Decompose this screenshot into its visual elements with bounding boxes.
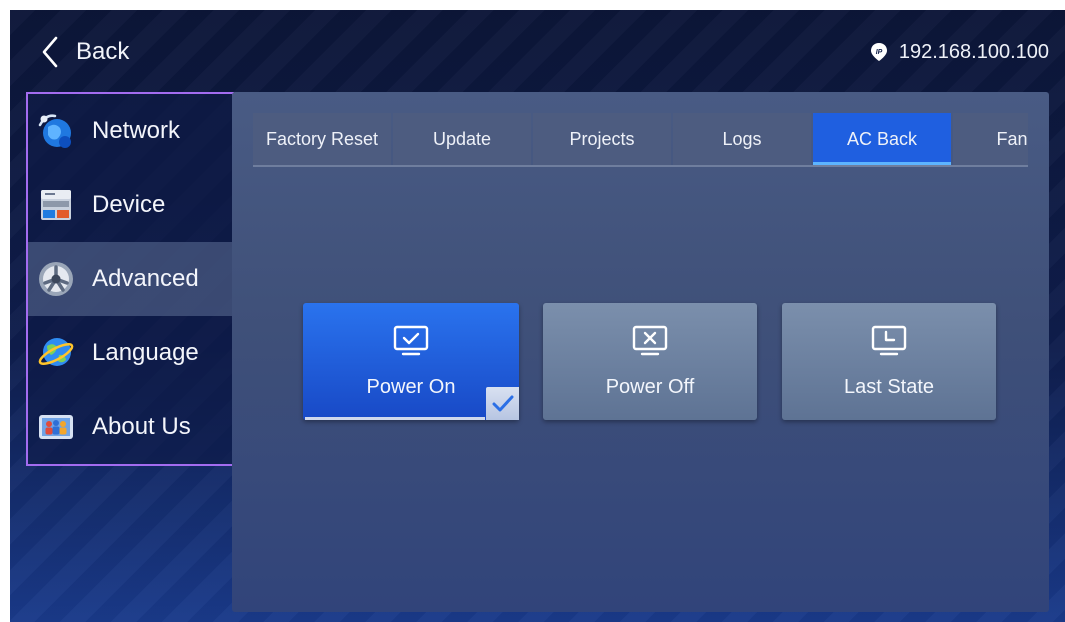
sidebar-item-network[interactable]: Network (28, 94, 232, 168)
tab-projects[interactable]: Projects (533, 113, 671, 165)
sidebar-item-label: Language (92, 339, 199, 366)
last-state-option[interactable]: Last State (782, 303, 996, 420)
selected-underline (305, 417, 485, 420)
monitor-x-icon (632, 325, 668, 356)
sidebar-item-label: Network (92, 117, 181, 144)
gear-icon (39, 262, 73, 296)
checkmark-icon (492, 395, 514, 412)
people-icon (39, 415, 73, 439)
sidebar-item-label: Advanced (92, 265, 199, 292)
tab-update[interactable]: Update (393, 113, 531, 165)
sidebar-item-advanced[interactable]: Advanced (28, 242, 232, 316)
top-bar: Back IP 192.168.100.100 (10, 10, 1065, 94)
tab-fan-mode[interactable]: Fan M (953, 113, 1028, 165)
selected-check-badge (486, 387, 519, 420)
content-panel: Factory Reset Update Projects Logs AC Ba… (232, 92, 1049, 612)
ip-address: 192.168.100.100 (898, 40, 1049, 63)
chevron-left-icon (42, 36, 58, 68)
ip-indicator: IP 192.168.100.100 (869, 36, 1049, 68)
option-label: Power Off (605, 376, 695, 398)
back-label: Back (76, 38, 130, 65)
ip-location-pin-icon: IP (870, 43, 887, 61)
tab-ac-back[interactable]: AC Back (813, 113, 951, 165)
svg-text:IP: IP (876, 49, 883, 56)
network-globe-icon (38, 114, 71, 148)
device-server-icon (41, 190, 71, 220)
globe-orbit-icon (38, 338, 74, 366)
back-button[interactable]: Back (38, 32, 129, 72)
sidebar-item-language[interactable]: Language (28, 316, 232, 390)
option-label: Last State (843, 376, 935, 398)
monitor-clock-icon (871, 325, 907, 356)
monitor-check-icon (393, 325, 429, 356)
tab-logs[interactable]: Logs (673, 113, 811, 165)
screen: Back IP 192.168.100.100 Network Device A… (10, 10, 1065, 622)
sidebar-item-about-us[interactable]: About Us (28, 390, 232, 464)
sidebar-item-label: About Us (92, 413, 191, 440)
power-on-option[interactable]: Power On (303, 303, 519, 420)
tab-factory-reset[interactable]: Factory Reset (253, 113, 391, 165)
sidebar: Network Device Advanced Language About U… (26, 92, 234, 466)
sidebar-item-device[interactable]: Device (28, 168, 232, 242)
sidebar-item-label: Device (92, 191, 166, 218)
tab-bar: Factory Reset Update Projects Logs AC Ba… (253, 113, 1028, 167)
power-off-option[interactable]: Power Off (543, 303, 757, 420)
